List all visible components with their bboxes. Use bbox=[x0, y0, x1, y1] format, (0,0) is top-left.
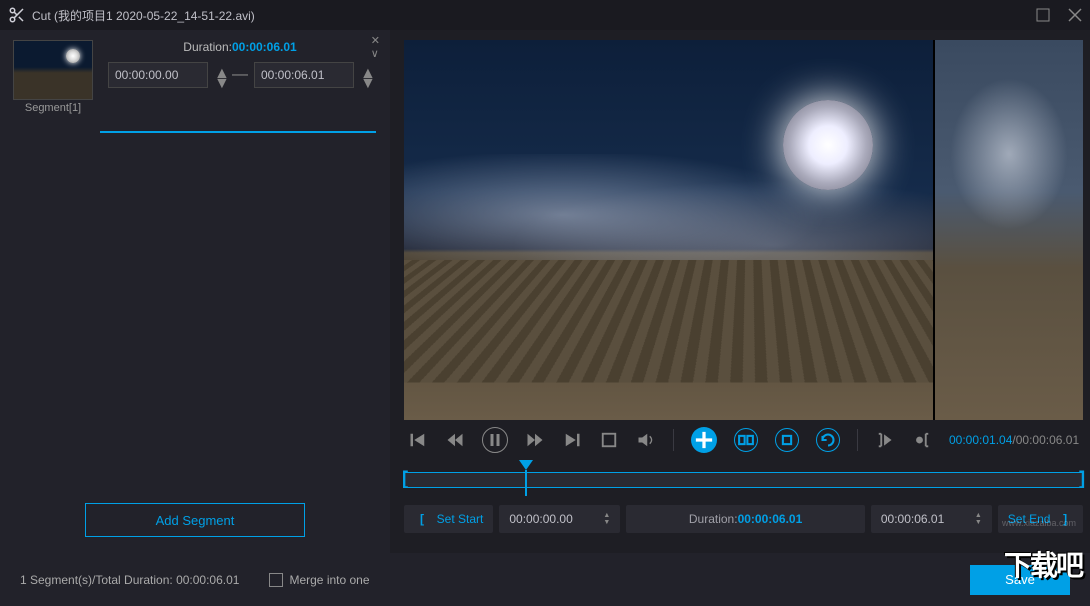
close-icon[interactable] bbox=[1068, 8, 1082, 22]
footer-info: 1 Segment(s)/Total Duration: 00:00:06.01 bbox=[20, 573, 239, 587]
save-button[interactable]: Save bbox=[970, 565, 1070, 595]
time-readout: 00:00:01.04/00:00:06.01 bbox=[949, 433, 1079, 447]
rewind-icon[interactable] bbox=[445, 430, 465, 450]
titlebar: Cut (我的项目1 2020-05-22_14-51-22.avi) bbox=[0, 0, 1090, 30]
end-time-spinner[interactable]: ▲▼ bbox=[360, 65, 372, 85]
right-panel: www.xiazaiba.com 00:00:01.04/00:00:06.01 bbox=[390, 30, 1090, 553]
bottom-bar: 1 Segment(s)/Total Duration: 00:00:06.01… bbox=[0, 553, 1090, 606]
skip-end-icon[interactable] bbox=[562, 430, 582, 450]
add-marker-button[interactable] bbox=[691, 427, 717, 453]
skip-start-icon[interactable] bbox=[408, 430, 428, 450]
range-dash: — bbox=[232, 66, 248, 84]
segment-collapse-icon[interactable]: ∨ bbox=[371, 49, 380, 60]
timeline-bracket-left[interactable]: [ bbox=[402, 468, 408, 489]
segment-close-icon[interactable]: ✕ bbox=[371, 36, 380, 47]
spinner-icon[interactable]: ▲▼ bbox=[975, 512, 982, 526]
segment-end-input[interactable]: 00:00:06.01 bbox=[254, 62, 354, 88]
range-end-input[interactable]: 00:00:06.01 ▲▼ bbox=[871, 505, 992, 533]
scissors-icon bbox=[8, 6, 26, 24]
mark-in-icon[interactable] bbox=[875, 430, 895, 450]
maximize-icon[interactable] bbox=[1036, 8, 1050, 22]
player-controls: 00:00:01.04/00:00:06.01 bbox=[404, 420, 1083, 460]
playhead[interactable] bbox=[519, 460, 533, 470]
segment-row: Segment[1] Duration:00:00:06.01 00:00:00… bbox=[0, 30, 390, 125]
crop-button[interactable] bbox=[775, 428, 799, 452]
timeline-bracket-right[interactable]: ] bbox=[1079, 468, 1085, 489]
aspect-ratio-button[interactable] bbox=[734, 428, 758, 452]
window-title: Cut (我的项目1 2020-05-22_14-51-22.avi) bbox=[32, 7, 1036, 24]
merge-label: Merge into one bbox=[289, 573, 369, 587]
timeline-track[interactable] bbox=[404, 472, 1083, 488]
checkbox-icon[interactable] bbox=[269, 573, 283, 587]
add-segment-button[interactable]: Add Segment bbox=[85, 503, 305, 537]
start-time-spinner[interactable]: ▲▼ bbox=[214, 65, 226, 85]
segment-label: Segment[1] bbox=[25, 102, 81, 114]
forward-icon[interactable] bbox=[525, 430, 545, 450]
left-panel: Segment[1] Duration:00:00:06.01 00:00:00… bbox=[0, 30, 390, 553]
spinner-icon[interactable]: ▲▼ bbox=[603, 512, 610, 526]
mark-out-icon[interactable] bbox=[912, 430, 932, 450]
segment-duration: Duration:00:00:06.01 bbox=[108, 40, 372, 54]
pause-button[interactable] bbox=[482, 427, 508, 453]
segment-start-input[interactable]: 00:00:00.00 bbox=[108, 62, 208, 88]
stop-icon[interactable] bbox=[599, 430, 619, 450]
timeline[interactable]: [ ] bbox=[404, 462, 1083, 494]
divider bbox=[673, 429, 674, 451]
volume-icon[interactable] bbox=[636, 430, 656, 450]
set-range-row: [ Set Start 00:00:00.00 ▲▼ Duration:00:0… bbox=[404, 504, 1083, 534]
watermark-text: www.xiazaiba.com bbox=[1002, 518, 1076, 528]
main-area: Segment[1] Duration:00:00:06.01 00:00:00… bbox=[0, 30, 1090, 553]
undo-button[interactable] bbox=[816, 428, 840, 452]
range-start-input[interactable]: 00:00:00.00 ▲▼ bbox=[499, 505, 620, 533]
set-start-button[interactable]: [ Set Start bbox=[404, 505, 493, 533]
segment-thumbnail[interactable] bbox=[13, 40, 93, 100]
video-preview[interactable] bbox=[404, 40, 1083, 420]
range-duration: Duration:00:00:06.01 bbox=[626, 505, 865, 533]
divider bbox=[857, 429, 858, 451]
merge-checkbox[interactable]: Merge into one bbox=[269, 573, 369, 587]
